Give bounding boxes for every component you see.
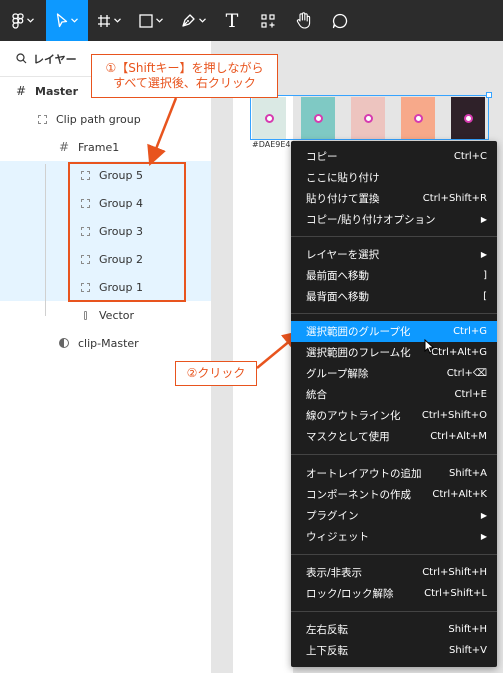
- menu-shortcut: [: [483, 291, 487, 302]
- menu-label: レイヤーを選択: [306, 249, 380, 261]
- menu-item-copy[interactable]: コピー Ctrl+C: [291, 146, 497, 167]
- mouse-cursor-icon: [424, 339, 435, 354]
- menu-separator: [291, 236, 497, 237]
- menu-separator: [291, 554, 497, 555]
- menu-shortcut: ]: [483, 270, 487, 281]
- menu-label: 最背面へ移動: [306, 291, 369, 303]
- menu-item-ungroup[interactable]: グループ解除 Ctrl+⌫: [291, 363, 497, 384]
- menu-item-use-as-mask[interactable]: マスクとして使用 Ctrl+Alt+M: [291, 426, 497, 447]
- menu-label: コピー/貼り付けオプション: [306, 214, 436, 226]
- menu-shortcut: Shift+A: [449, 468, 487, 479]
- menu-item-paste-here[interactable]: ここに貼り付け: [291, 167, 497, 188]
- menu-label: オートレイアウトの追加: [306, 468, 422, 480]
- menu-shortcut: Ctrl+⌫: [446, 368, 487, 379]
- menu-item-group-selection[interactable]: 選択範囲のグループ化 Ctrl+G: [291, 321, 497, 342]
- menu-separator: [291, 611, 497, 612]
- menu-label: コンポーネントの作成: [306, 489, 411, 501]
- menu-item-paste-replace[interactable]: 貼り付けて置換 Ctrl+Shift+R: [291, 188, 497, 209]
- menu-item-create-component[interactable]: コンポーネントの作成 Ctrl+Alt+K: [291, 484, 497, 505]
- submenu-arrow-icon: ▶: [480, 250, 487, 259]
- menu-item-plugins[interactable]: プラグイン ▶: [291, 505, 497, 526]
- menu-item-flip-horizontal[interactable]: 左右反転 Shift+H: [291, 619, 497, 640]
- menu-label: ウィジェット: [306, 531, 369, 543]
- menu-shortcut: Ctrl+G: [453, 326, 487, 337]
- callout-step1: ①【Shiftキー】を押しながら すべて選択後、右クリック: [91, 54, 278, 98]
- menu-shortcut: Ctrl+Alt+K: [432, 489, 487, 500]
- menu-item-copy-paste-options[interactable]: コピー/貼り付けオプション ▶: [291, 209, 497, 230]
- menu-label: 上下反転: [306, 645, 348, 657]
- menu-label: ここに貼り付け: [306, 172, 380, 184]
- menu-shortcut: Ctrl+Shift+L: [424, 588, 487, 599]
- callout-step1-line1: ①【Shiftキー】を押しながら: [105, 61, 264, 75]
- menu-label: 線のアウトライン化: [306, 410, 401, 422]
- menu-shortcut: Ctrl+Shift+R: [422, 193, 487, 204]
- menu-item-widgets[interactable]: ウィジェット ▶: [291, 526, 497, 547]
- submenu-arrow-icon: ▶: [480, 511, 487, 520]
- context-menu: コピー Ctrl+C ここに貼り付け 貼り付けて置換 Ctrl+Shift+R コピ…: [291, 141, 497, 667]
- submenu-arrow-icon: ▶: [480, 215, 487, 224]
- menu-item-outline-stroke[interactable]: 線のアウトライン化 Ctrl+Shift+O: [291, 405, 497, 426]
- menu-shortcut: Ctrl+Shift+O: [421, 410, 487, 421]
- menu-label: 表示/非表示: [306, 567, 363, 579]
- menu-item-show-hide[interactable]: 表示/非表示 Ctrl+Shift+H: [291, 562, 497, 583]
- menu-label: 最前面へ移動: [306, 270, 369, 282]
- menu-label: グループ解除: [306, 368, 369, 380]
- menu-label: 選択範囲のグループ化: [306, 326, 411, 338]
- menu-label: マスクとして使用: [306, 431, 390, 443]
- menu-label: 選択範囲のフレーム化: [306, 347, 411, 359]
- menu-item-frame-selection[interactable]: 選択範囲のフレーム化 Ctrl+Alt+G: [291, 342, 497, 363]
- menu-shortcut: Ctrl+Alt+M: [430, 431, 487, 442]
- menu-item-select-layer[interactable]: レイヤーを選択 ▶: [291, 244, 497, 265]
- callout-step1-line2: すべて選択後、右クリック: [113, 76, 256, 90]
- menu-shortcut: Shift+H: [448, 624, 487, 635]
- submenu-arrow-icon: ▶: [480, 532, 487, 541]
- menu-item-flatten[interactable]: 統合 Ctrl+E: [291, 384, 497, 405]
- menu-item-send-to-back[interactable]: 最背面へ移動 [: [291, 286, 497, 307]
- menu-label: 統合: [306, 389, 327, 401]
- menu-label: 左右反転: [306, 624, 348, 636]
- menu-item-lock-unlock[interactable]: ロック/ロック解除 Ctrl+Shift+L: [291, 583, 497, 604]
- menu-separator: [291, 313, 497, 314]
- menu-separator: [291, 454, 497, 455]
- menu-label: コピー: [306, 151, 338, 163]
- menu-item-add-auto-layout[interactable]: オートレイアウトの追加 Shift+A: [291, 463, 497, 484]
- menu-label: プラグイン: [306, 510, 359, 522]
- menu-item-flip-vertical[interactable]: 上下反転 Shift+V: [291, 640, 497, 661]
- menu-label: ロック/ロック解除: [306, 588, 394, 600]
- menu-shortcut: Ctrl+C: [453, 151, 487, 162]
- menu-shortcut: Ctrl+Alt+G: [431, 347, 487, 358]
- menu-shortcut: Ctrl+E: [454, 389, 488, 400]
- menu-label: 貼り付けて置換: [306, 193, 380, 205]
- menu-shortcut: Ctrl+Shift+H: [422, 567, 487, 578]
- arrow-to-layers: [147, 97, 178, 166]
- menu-item-bring-to-front[interactable]: 最前面へ移動]: [291, 265, 497, 286]
- menu-shortcut: Shift+V: [449, 645, 487, 656]
- callout-step2: ②クリック: [175, 361, 257, 386]
